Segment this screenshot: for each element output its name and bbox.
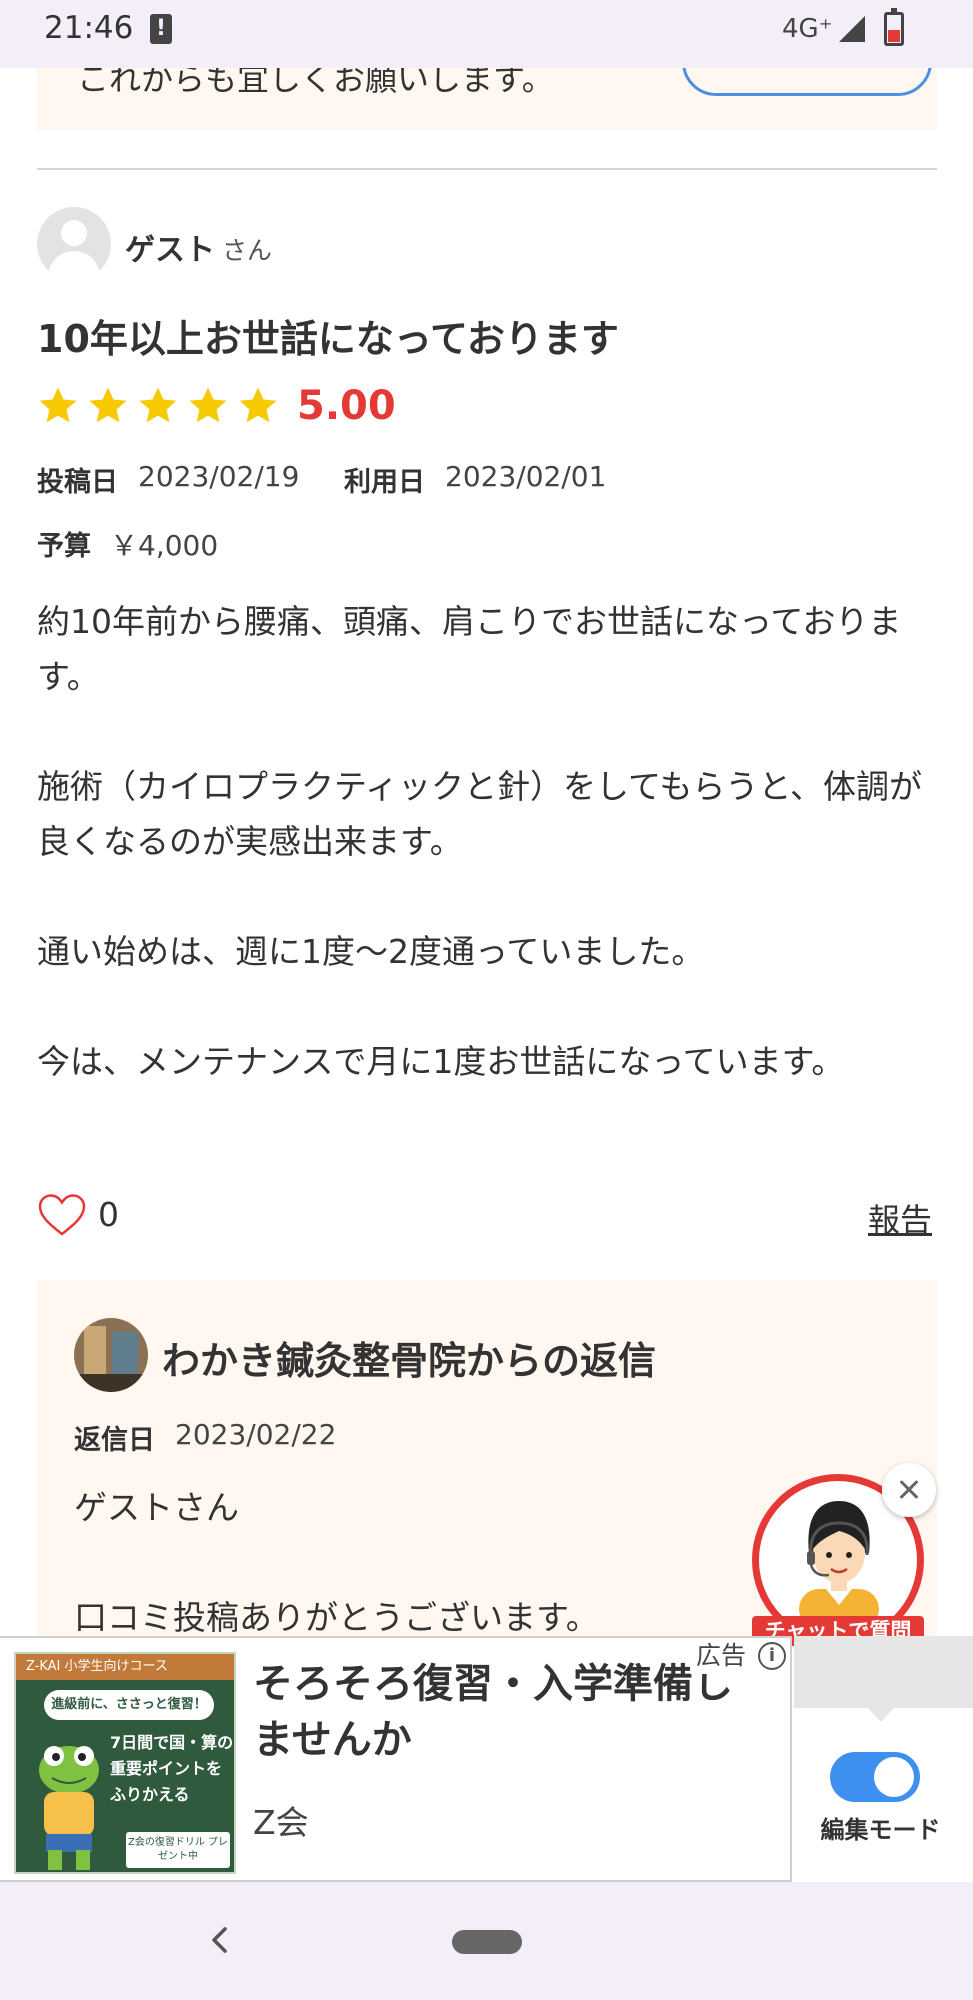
star-icon — [139, 387, 177, 423]
review-paragraph: 約10年前から腰痛、頭痛、肩こりでお世話になっております。 — [37, 602, 902, 696]
reviewer-suffix: さん — [222, 236, 273, 265]
signal-icon — [839, 16, 865, 42]
edit-mode-label: 編集モード — [820, 1816, 941, 1844]
reply-paragraph: ゲストさん — [74, 1488, 239, 1527]
ad-advertiser: Z会 — [253, 1803, 309, 1842]
avatar-head — [61, 220, 87, 246]
budget-value: ￥4,000 — [110, 529, 219, 562]
reviewer-avatar — [37, 207, 111, 281]
chat-close-button[interactable] — [882, 1463, 936, 1517]
ad-image-header: Z-KAI 小学生向けコース — [16, 1654, 234, 1680]
budget-label: 予算 — [37, 531, 91, 562]
use-date-label: 利用日 — [344, 467, 425, 498]
home-handle[interactable] — [452, 1930, 522, 1954]
ad-image[interactable]: Z-KAI 小学生向けコース 進級前に、ささっと復習！ 7日間で国・算の重要ポイ… — [14, 1652, 236, 1874]
post-date-label: 投稿日 — [37, 467, 118, 498]
previous-reply-text: これからも宜しくお願いします。 — [77, 68, 554, 98]
ad-label: 広告 — [690, 1638, 753, 1674]
rating-value: 5.00 — [297, 383, 396, 429]
reply-paragraph: 口コミ投稿ありがとうございます。 — [74, 1598, 599, 1637]
heart-icon[interactable] — [37, 1193, 87, 1237]
ad-info-icon[interactable] — [758, 1642, 786, 1670]
edit-panel-header — [794, 1636, 973, 1708]
operator-icon — [799, 1501, 879, 1623]
review-title: 10年以上お世話になっております — [37, 317, 619, 361]
ad-title[interactable]: そろそろ復習・入学準備しませんか — [253, 1656, 753, 1768]
clinic-avatar — [74, 1318, 148, 1392]
review-paragraph: 施術（カイロプラクティックと針）をしてもらうと、体調が良くなるのが実感出来ます。 — [37, 767, 923, 861]
ad-image-text: 7日間で国・算の重要ポイントをふりかえる — [110, 1733, 234, 1804]
reply-date: 2023/02/22 — [175, 1418, 337, 1451]
ad-banner[interactable]: Z-KAI 小学生向けコース 進級前に、ささっと復習！ 7日間で国・算の重要ポイ… — [0, 1636, 792, 1882]
like-count: 0 — [98, 1195, 119, 1234]
frog-icon — [39, 1746, 99, 1870]
reply-body: ゲストさん 口コミ投稿ありがとうございます。 — [74, 1480, 599, 1640]
star-icon — [189, 387, 227, 423]
star-icon — [39, 387, 77, 423]
reviewer-name[interactable]: ゲスト — [125, 225, 215, 269]
star-icon — [239, 387, 277, 423]
review-paragraph: 通い始めは、週に1度〜2度通っていました。 — [37, 932, 705, 971]
ad-image-bubble: 進級前に、ささっと復習！ — [44, 1690, 214, 1720]
reply-date-label: 返信日 — [74, 1425, 155, 1456]
avatar-body — [48, 251, 100, 281]
previous-reply-button[interactable] — [682, 68, 932, 96]
network-type: 4G⁺ — [782, 14, 833, 44]
reply-title: わかき鍼灸整骨院からの返信 — [162, 1339, 657, 1383]
alert-icon — [150, 14, 172, 44]
edit-mode-panel: 編集モード — [794, 1636, 973, 1882]
review-paragraph: 今は、メンテナンスで月に1度お世話になっています。 — [37, 1042, 845, 1081]
chevron-down-icon — [868, 1708, 894, 1722]
report-link[interactable]: 報告 — [868, 1195, 932, 1241]
star-icon — [89, 387, 127, 423]
use-date: 2023/02/01 — [445, 460, 607, 493]
toggle-knob — [874, 1757, 914, 1797]
review-divider — [37, 168, 937, 170]
back-icon[interactable] — [200, 1920, 240, 1960]
post-date: 2023/02/19 — [138, 460, 300, 493]
star-rating — [37, 385, 279, 431]
previous-reply-card: これからも宜しくお願いします。 — [37, 68, 937, 130]
status-bar: 21:46 4G⁺ — [0, 0, 973, 68]
status-time: 21:46 — [44, 10, 134, 46]
review-body: 約10年前から腰痛、頭痛、肩こりでお世話になっております。 施術（カイロプラクテ… — [37, 594, 937, 1089]
battery-icon — [884, 8, 904, 46]
ad-image-badge: Z会の復習ドリル プレゼント中 — [126, 1832, 230, 1868]
edit-mode-toggle[interactable] — [830, 1752, 920, 1802]
system-navigation-bar — [0, 1882, 973, 2000]
